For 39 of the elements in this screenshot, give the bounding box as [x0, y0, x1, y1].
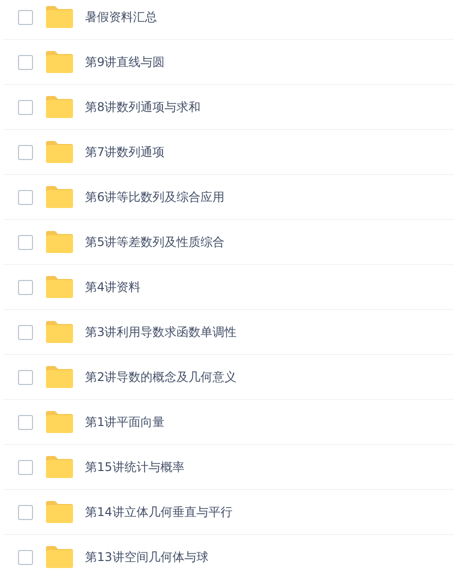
- folder-icon: [46, 546, 73, 568]
- folder-icon: [46, 231, 73, 253]
- checkbox[interactable]: [18, 504, 33, 520]
- folder-icon: [46, 501, 73, 523]
- folder-icon: [46, 366, 73, 388]
- folder-name[interactable]: 暑假资料汇总: [85, 8, 157, 26]
- folder-name[interactable]: 第13讲空间几何体与球: [85, 548, 208, 566]
- folder-name[interactable]: 第3讲利用导数求函数单调性: [85, 324, 237, 340]
- checkbox[interactable]: [18, 144, 33, 160]
- folder-icon: [46, 6, 73, 28]
- checkbox[interactable]: [18, 370, 33, 384]
- folder-icon: [46, 96, 73, 118]
- folder-name[interactable]: 第9讲直线与圆: [85, 54, 165, 70]
- checkbox[interactable]: [18, 100, 33, 114]
- checkbox[interactable]: [18, 460, 33, 474]
- folder-icon: [46, 456, 73, 478]
- folder-name[interactable]: 第1讲平面向量: [85, 414, 165, 430]
- checkbox[interactable]: [18, 324, 33, 340]
- folder-name[interactable]: 第7讲数列通项: [85, 144, 165, 160]
- checkbox[interactable]: [18, 414, 33, 430]
- folder-name[interactable]: 第2讲导数的概念及几何意义: [85, 368, 237, 386]
- folder-name[interactable]: 第4讲资料: [85, 278, 141, 296]
- checkbox[interactable]: [18, 234, 33, 250]
- folder-icon: [46, 51, 73, 73]
- folder-name[interactable]: 第15讲统计与概率: [85, 458, 184, 476]
- folder-name[interactable]: 第8讲数列通项与求和: [85, 98, 201, 116]
- checkbox[interactable]: [18, 54, 33, 70]
- folder-icon: [46, 321, 73, 343]
- checkbox[interactable]: [18, 550, 33, 564]
- folder-name[interactable]: 第5讲等差数列及性质综合: [85, 234, 225, 250]
- folder-icon: [46, 276, 73, 298]
- checkbox[interactable]: [18, 280, 33, 294]
- folder-icon: [46, 141, 73, 163]
- checkbox[interactable]: [18, 190, 33, 204]
- folder-icon: [46, 411, 73, 433]
- folder-icon: [46, 186, 73, 208]
- folder-name[interactable]: 第14讲立体几何垂直与平行: [85, 504, 232, 520]
- checkbox[interactable]: [18, 10, 33, 24]
- folder-name[interactable]: 第6讲等比数列及综合应用: [85, 188, 225, 206]
